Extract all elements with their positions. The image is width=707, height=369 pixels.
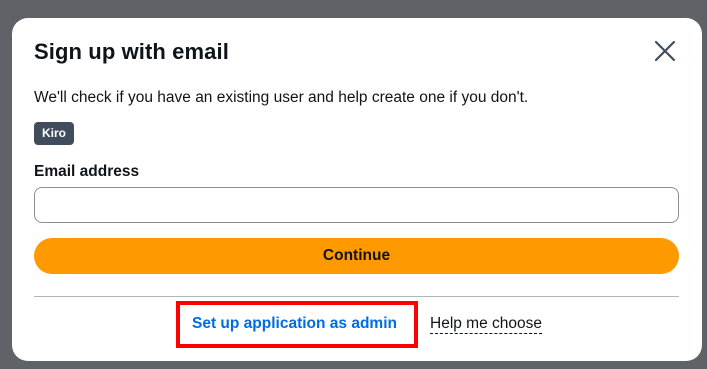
dialog-title: Sign up with email — [34, 39, 229, 64]
app-badge: Kiro — [34, 122, 74, 145]
email-label: Email address — [34, 163, 140, 180]
sign-up-dialog: Sign up with email We'll check if you ha… — [12, 18, 702, 361]
email-field[interactable] — [34, 187, 679, 223]
dialog-description: We'll check if you have an existing user… — [34, 89, 529, 106]
close-icon — [654, 40, 676, 62]
setup-admin-link[interactable]: Set up application as admin — [192, 315, 397, 333]
close-button[interactable] — [652, 38, 678, 64]
help-me-choose-link[interactable]: Help me choose — [430, 315, 543, 334]
continue-button[interactable]: Continue — [34, 238, 679, 274]
divider — [34, 296, 679, 297]
